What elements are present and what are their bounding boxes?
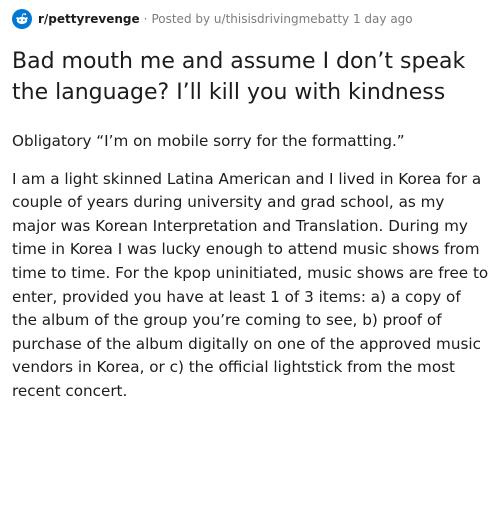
post-meta: r/pettyrevenge · Posted by u/thisisdrivi… xyxy=(12,8,496,30)
post-paragraph: Obligatory “I’m on mobile sorry for the … xyxy=(12,132,405,150)
meta-separator: · xyxy=(143,12,148,26)
subreddit-icon[interactable] xyxy=(12,9,32,29)
posted-by: Posted by u/thisisdrivingmebatty 1 day a… xyxy=(151,12,412,26)
post-title[interactable]: Bad mouth me and assume I don’t speak th… xyxy=(12,46,496,108)
posted-by-prefix: Posted by xyxy=(151,12,214,26)
subreddit-link[interactable]: r/pettyrevenge xyxy=(38,12,140,26)
post-time: 1 day ago xyxy=(352,12,413,26)
post-paragraph: I am a light skinned Latina American and… xyxy=(12,169,489,400)
post-body: Obligatory “I’m on mobile sorry for the … xyxy=(12,130,490,404)
reddit-snoo-icon xyxy=(16,13,28,25)
post-card: r/pettyrevenge · Posted by u/thisisdrivi… xyxy=(12,8,496,418)
author-link[interactable]: u/thisisdrivingmebatty xyxy=(214,12,349,26)
